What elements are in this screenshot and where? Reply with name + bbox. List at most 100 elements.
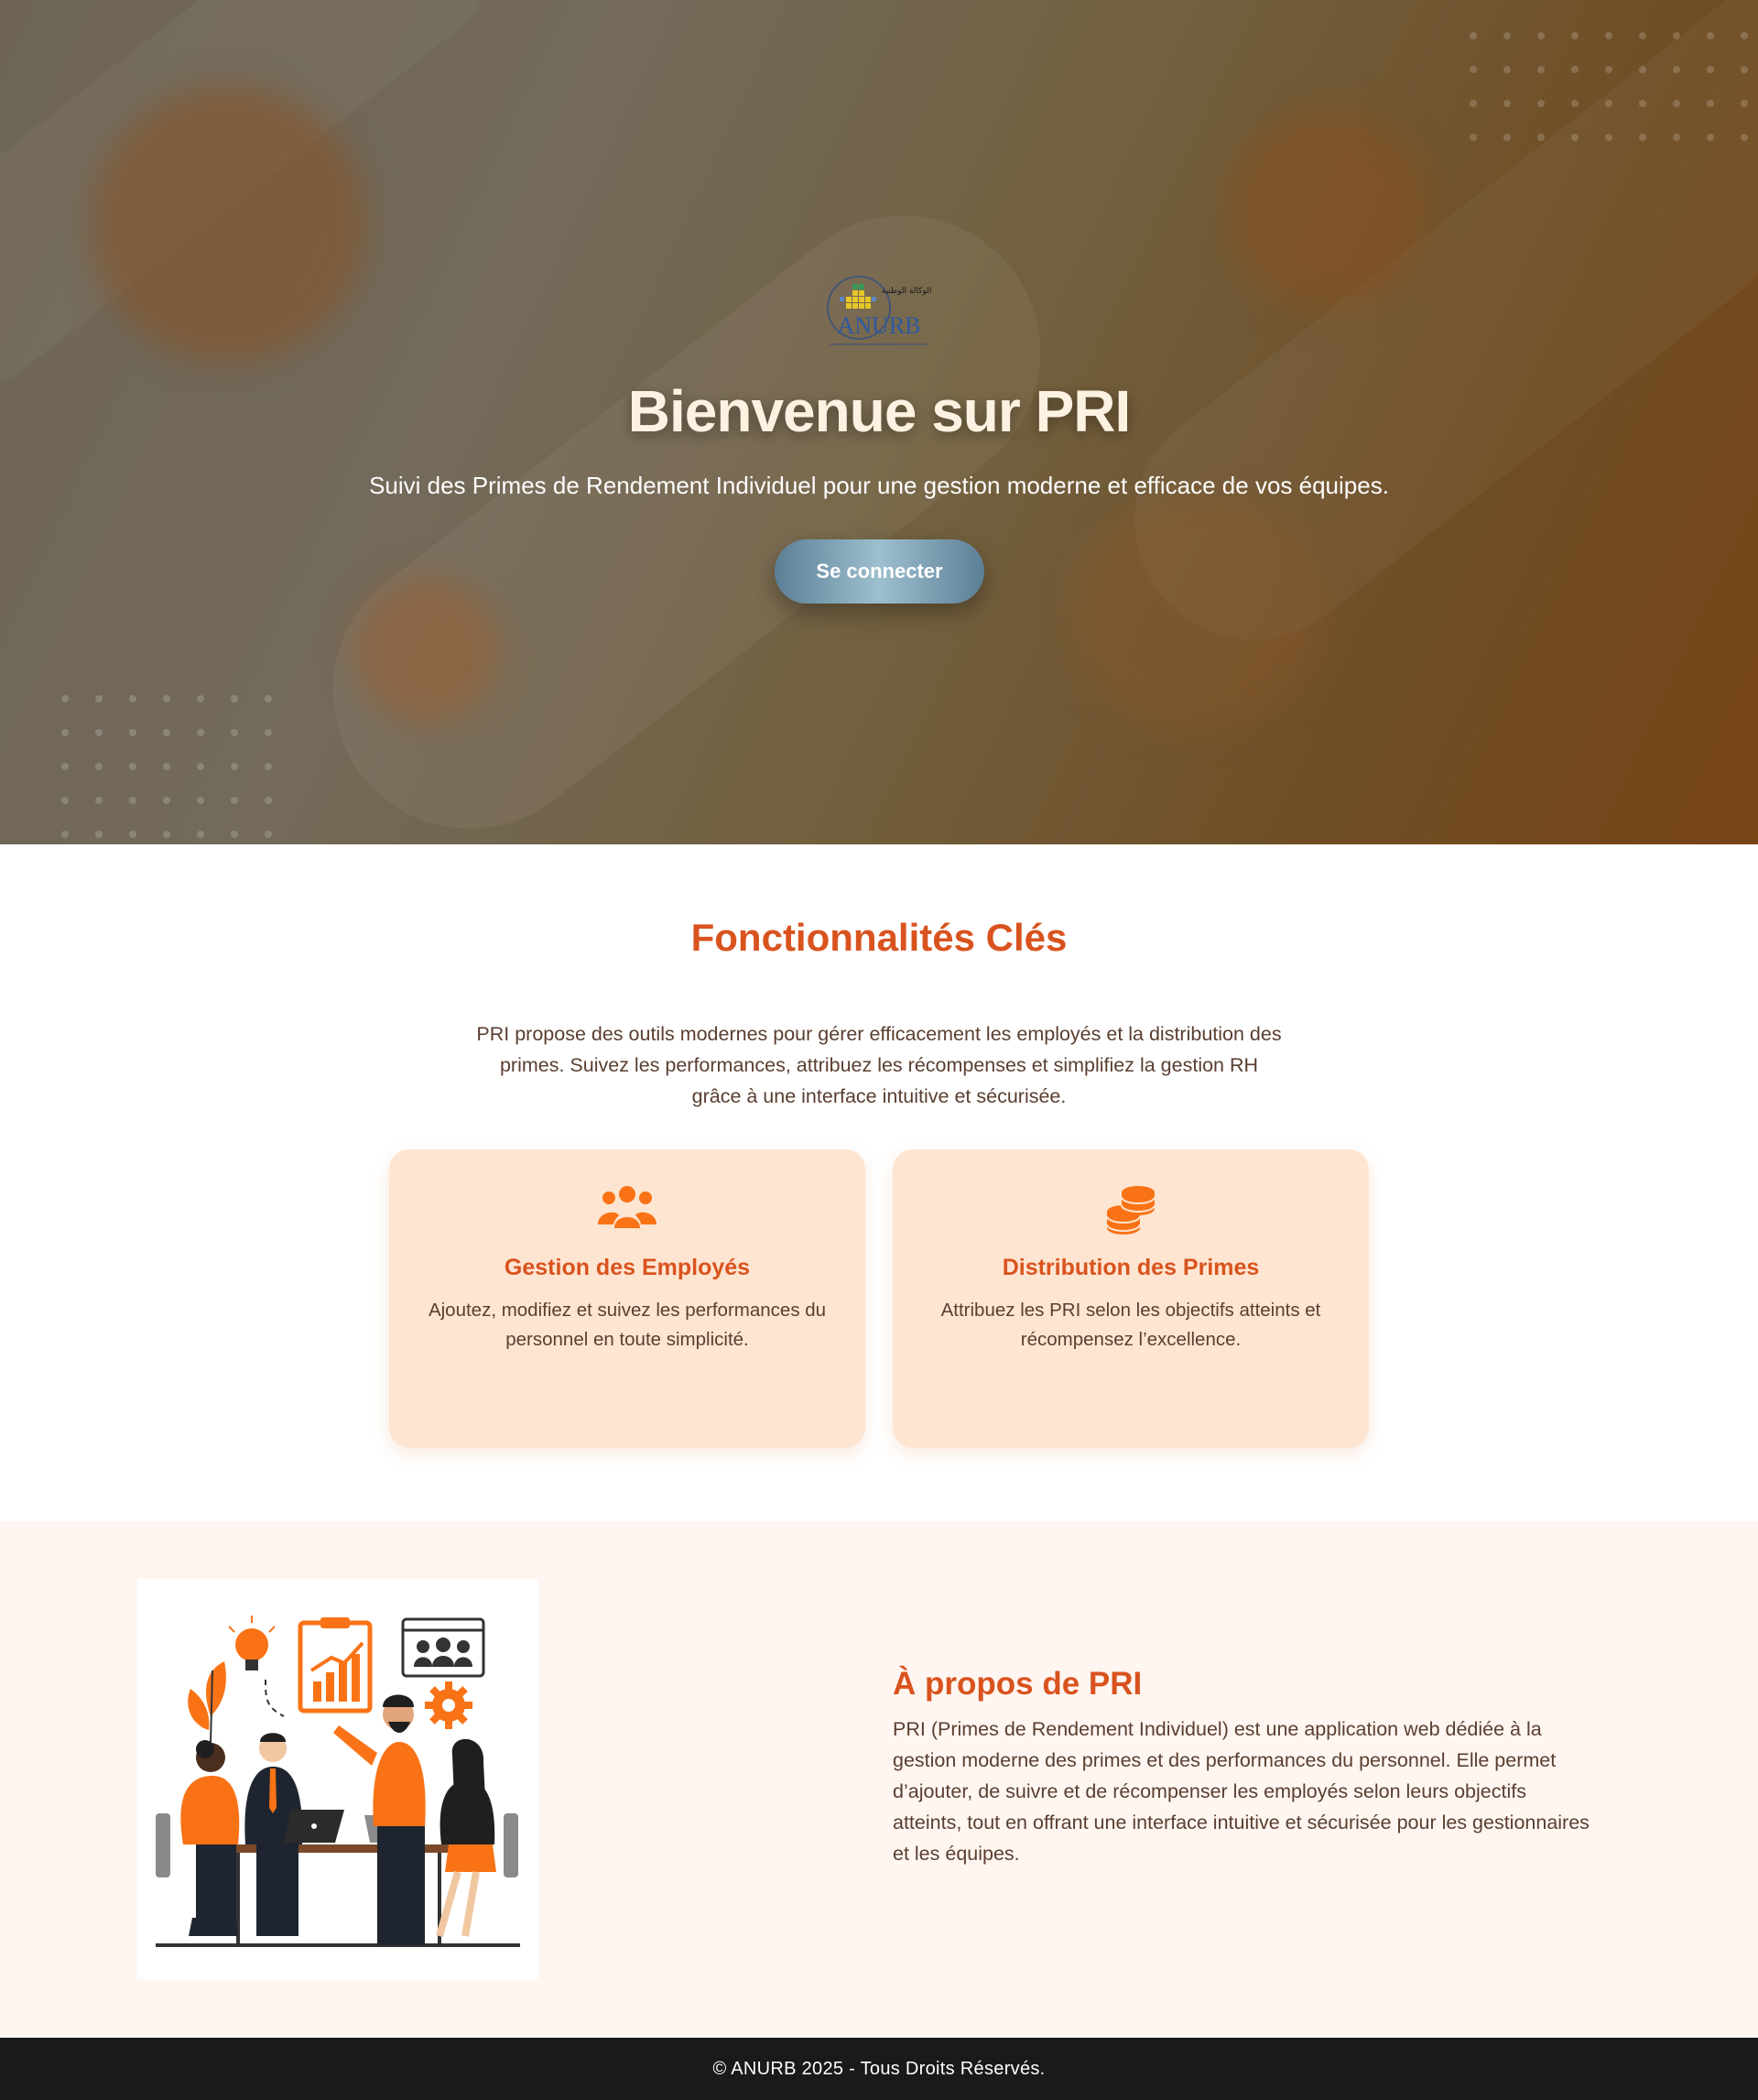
- logo-text: ANURB: [837, 312, 920, 339]
- decorative-dot: [1693, 18, 1727, 52]
- about-text: PRI (Primes de Rendement Individuel) est…: [893, 1718, 1590, 1865]
- decorative-dot: [1557, 86, 1591, 120]
- features-description: PRI propose des outils modernes pour gér…: [476, 1023, 1282, 1107]
- footer-copyright: © ANURB 2025 - Tous Droits Réservés.: [712, 2059, 1046, 2079]
- decorative-dot: [1557, 120, 1591, 154]
- decorative-dot: [251, 783, 285, 817]
- decorative-dot: [81, 681, 115, 715]
- decorative-dot: [251, 749, 285, 783]
- decorative-blob: [1227, 110, 1428, 311]
- decorative-dot: [1659, 86, 1693, 120]
- decorative-dot: [149, 715, 183, 749]
- decorative-dot: [48, 749, 81, 783]
- decorative-dot: [1693, 52, 1727, 86]
- dot-pattern: [48, 681, 285, 844]
- decorative-dot: [1524, 52, 1557, 86]
- decorative-dot: [1456, 86, 1490, 120]
- hero-title: Bienvenue sur PRI: [627, 378, 1132, 444]
- logo-arabic-text: الوكالة الوطنية: [882, 287, 932, 296]
- decorative-dot: [81, 749, 115, 783]
- decorative-dot: [217, 817, 251, 844]
- decorative-dot: [48, 715, 81, 749]
- decorative-dot: [1456, 120, 1490, 154]
- decorative-dot: [1490, 18, 1524, 52]
- decorative-dot: [48, 681, 81, 715]
- hero-subtitle: Suivi des Primes de Rendement Individuel…: [369, 472, 1389, 499]
- decorative-dot: [149, 817, 183, 844]
- decorative-dot: [149, 681, 183, 715]
- decorative-dot: [1727, 52, 1758, 86]
- decorative-dot: [251, 681, 285, 715]
- decorative-dot: [1591, 86, 1625, 120]
- decorative-dot: [1456, 52, 1490, 86]
- decorative-dot: [1591, 18, 1625, 52]
- coins-icon: [1101, 1184, 1160, 1235]
- about-title: À propos de PRI: [893, 1666, 1143, 1702]
- decorative-dot: [1490, 52, 1524, 86]
- decorative-dot: [81, 715, 115, 749]
- decorative-dot: [183, 715, 217, 749]
- decorative-band: [277, 159, 1096, 844]
- decorative-dot: [183, 783, 217, 817]
- about-section: À propos de PRI PRI (Primes de Rendement…: [0, 1521, 1758, 2038]
- decorative-dot: [1625, 120, 1659, 154]
- decorative-dot: [251, 715, 285, 749]
- decorative-dot: [183, 681, 217, 715]
- feature-card-bonuses: Distribution des Primes Attribuez les PR…: [893, 1149, 1369, 1448]
- decorative-dot: [115, 783, 149, 817]
- decorative-dot: [48, 817, 81, 844]
- feature-card-text: Attribuez les PRI selon les objectifs at…: [940, 1300, 1321, 1350]
- decorative-dot: [1524, 120, 1557, 154]
- decorative-dot: [1490, 86, 1524, 120]
- decorative-dot: [1591, 120, 1625, 154]
- decorative-dot: [217, 783, 251, 817]
- decorative-dot: [183, 749, 217, 783]
- decorative-dot: [1693, 86, 1727, 120]
- decorative-dot: [1557, 52, 1591, 86]
- login-button[interactable]: Se connecter: [775, 539, 984, 604]
- decorative-dot: [1490, 120, 1524, 154]
- anurb-logo: ANURB الوكالة الوطنية: [824, 271, 934, 355]
- decorative-blob: [1071, 495, 1328, 733]
- decorative-blob: [353, 577, 499, 724]
- feature-card-text: Ajoutez, modifiez et suivez les performa…: [428, 1300, 827, 1350]
- decorative-dot: [217, 681, 251, 715]
- decorative-dot: [1727, 86, 1758, 120]
- decorative-blob: [92, 87, 366, 362]
- decorative-dot: [217, 715, 251, 749]
- decorative-dot: [1659, 52, 1693, 86]
- decorative-dot: [1727, 18, 1758, 52]
- decorative-dot: [1591, 52, 1625, 86]
- users-icon: [598, 1184, 657, 1235]
- decorative-dot: [217, 749, 251, 783]
- decorative-dot: [48, 783, 81, 817]
- decorative-dot: [115, 817, 149, 844]
- team-meeting-illustration: [137, 1579, 538, 1979]
- decorative-dot: [149, 783, 183, 817]
- footer: © ANURB 2025 - Tous Droits Réservés.: [0, 2038, 1758, 2100]
- decorative-dot: [81, 817, 115, 844]
- feature-card-employees: Gestion des Employés Ajoutez, modifiez e…: [389, 1149, 865, 1448]
- decorative-dot: [1557, 18, 1591, 52]
- decorative-dot: [81, 783, 115, 817]
- decorative-dot: [115, 681, 149, 715]
- features-title: Fonctionnalités Clés: [690, 916, 1068, 959]
- decorative-dot: [1659, 18, 1693, 52]
- decorative-dot: [1625, 86, 1659, 120]
- hero-section: ANURB الوكالة الوطنية Bienvenue sur PRI …: [0, 0, 1758, 844]
- dot-pattern: [1456, 18, 1758, 154]
- features-section: Fonctionnalités Clés PRI propose des out…: [0, 844, 1758, 1521]
- feature-card-title: Distribution des Primes: [1002, 1255, 1260, 1280]
- decorative-dot: [1625, 18, 1659, 52]
- decorative-dot: [1727, 120, 1758, 154]
- decorative-dot: [115, 715, 149, 749]
- feature-card-title: Gestion des Employés: [504, 1255, 751, 1280]
- decorative-dot: [1524, 86, 1557, 120]
- decorative-dot: [1659, 120, 1693, 154]
- decorative-dot: [1456, 18, 1490, 52]
- decorative-dot: [251, 817, 285, 844]
- decorative-dot: [183, 817, 217, 844]
- decorative-dot: [149, 749, 183, 783]
- decorative-dot: [1524, 18, 1557, 52]
- decorative-dot: [115, 749, 149, 783]
